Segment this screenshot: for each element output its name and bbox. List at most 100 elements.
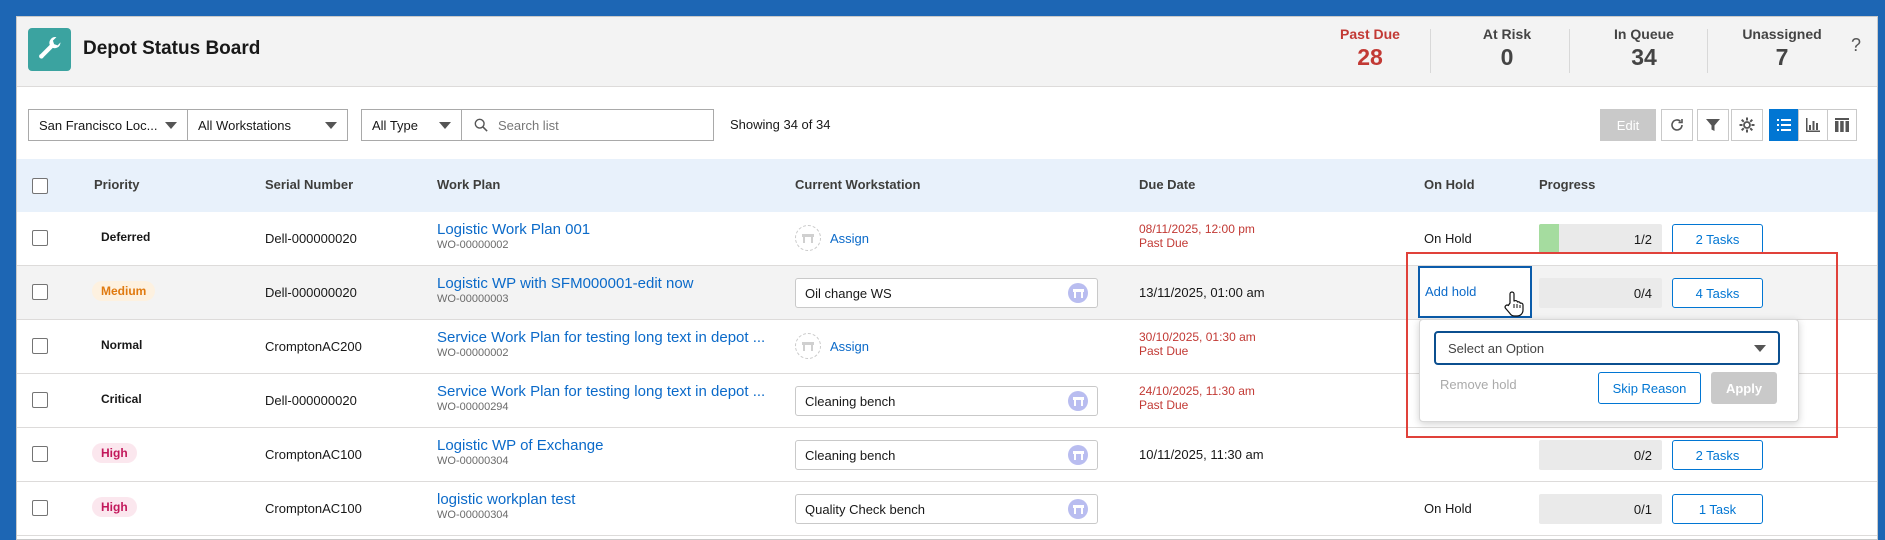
hold-reason-select[interactable]: Select an Option [1434, 331, 1780, 365]
stat-label: Unassigned [1742, 26, 1822, 42]
page-title: Depot Status Board [83, 38, 261, 59]
hold-popover: Select an Option Remove hold Skip Reason… [1419, 319, 1799, 422]
stat-value: 0 [1500, 44, 1514, 70]
work-plan-link[interactable]: Service Work Plan for testing long text … [437, 329, 805, 346]
app-header: Depot Status Board Past Due 28 At Risk 0… [17, 17, 1877, 87]
hand-cursor-icon [1503, 291, 1525, 320]
help-icon[interactable]: ? [1851, 35, 1861, 56]
serial-number: CromptonAC100 [265, 447, 362, 462]
filter-button[interactable] [1697, 109, 1729, 141]
tasks-button[interactable]: 1 Task [1672, 494, 1763, 524]
tasks-button[interactable]: 2 Tasks [1672, 224, 1763, 254]
record-count: Showing 34 of 34 [730, 117, 831, 132]
row-checkbox[interactable] [32, 392, 48, 408]
workstation-icon [1068, 499, 1088, 519]
work-plan-link[interactable]: logistic workplan test [437, 491, 805, 508]
workstation-icon [1068, 283, 1088, 303]
search-input[interactable]: Search list [461, 109, 714, 141]
chevron-down-icon [165, 121, 177, 129]
serial-number: Dell-000000020 [265, 393, 357, 408]
work-plan-link[interactable]: Service Work Plan for testing long text … [437, 383, 805, 400]
chevron-down-icon [1754, 344, 1766, 352]
stat-in-queue[interactable]: In Queue 34 [1584, 26, 1704, 71]
priority-badge: High [92, 497, 137, 517]
work-plan-link[interactable]: Logistic WP of Exchange [437, 437, 805, 454]
work-plan: Logistic WP of Exchange WO-00000304 [437, 437, 805, 467]
list-icon [1777, 119, 1791, 131]
column-header-progress[interactable]: Progress [1539, 177, 1595, 192]
workstation-name: Cleaning bench [805, 447, 896, 463]
stat-label: At Risk [1482, 26, 1532, 42]
stat-unassigned[interactable]: Unassigned 7 [1722, 26, 1842, 71]
assign-link[interactable]: Assign [830, 231, 869, 246]
location-select[interactable]: San Francisco Loc... [28, 109, 188, 141]
chart-view-button[interactable] [1798, 109, 1828, 141]
workstation-icon [795, 333, 821, 359]
row-checkbox[interactable] [32, 230, 48, 246]
work-order-number: WO-00000003 [437, 293, 509, 305]
serial-number: CromptonAC100 [265, 501, 362, 516]
list-view-button[interactable] [1769, 109, 1799, 141]
work-order-number: WO-00000304 [437, 455, 509, 467]
due-date: 13/11/2025, 01:00 am [1139, 285, 1265, 300]
work-plan-link[interactable]: Logistic WP with SFM000001-edit now [437, 275, 805, 292]
skip-reason-button[interactable]: Skip Reason [1598, 372, 1701, 404]
column-header-serial[interactable]: Serial Number [265, 177, 353, 192]
progress-text: 1/2 [1633, 232, 1652, 247]
work-plan: Service Work Plan for testing long text … [437, 383, 805, 413]
on-hold-status[interactable]: On Hold [1424, 231, 1472, 246]
work-plan: Logistic Work Plan 001 WO-00000002 [437, 221, 805, 251]
stat-at-risk[interactable]: At Risk 0 [1447, 26, 1567, 71]
workstation-field[interactable]: Oil change WS [795, 278, 1098, 308]
row-checkbox[interactable] [32, 284, 48, 300]
filter-icon [1706, 119, 1720, 131]
column-header-work-plan[interactable]: Work Plan [437, 177, 500, 192]
priority-badge: Normal [101, 338, 143, 352]
board-view-button[interactable] [1827, 109, 1857, 141]
work-order-number: WO-00000002 [437, 347, 509, 359]
board-icon [1835, 118, 1849, 132]
row-checkbox[interactable] [32, 446, 48, 462]
due-date-value: 24/10/2025, 11:30 am [1139, 384, 1255, 398]
remove-hold-button[interactable]: Remove hold [1440, 377, 1517, 392]
select-all-checkbox[interactable] [32, 178, 48, 194]
column-header-priority[interactable]: Priority [94, 177, 140, 192]
column-header-due-date[interactable]: Due Date [1139, 177, 1195, 192]
divider [1430, 29, 1431, 73]
row-checkbox[interactable] [32, 500, 48, 516]
assign-workstation[interactable]: Assign [795, 333, 869, 359]
due-date: 30/10/2025, 01:30 am Past Due [1139, 330, 1256, 358]
column-header-on-hold[interactable]: On Hold [1424, 177, 1475, 192]
workstation-value: All Workstations [198, 117, 291, 133]
settings-button[interactable] [1731, 109, 1763, 141]
workstation-field[interactable]: Quality Check bench [795, 494, 1098, 524]
edit-button[interactable]: Edit [1600, 109, 1656, 141]
divider [1569, 29, 1570, 73]
row-checkbox[interactable] [32, 338, 48, 354]
tasks-button[interactable]: 2 Tasks [1672, 440, 1763, 470]
assign-link[interactable]: Assign [830, 339, 869, 354]
work-plan: logistic workplan test WO-00000304 [437, 491, 805, 521]
work-plan-link[interactable]: Logistic Work Plan 001 [437, 221, 805, 238]
apply-button[interactable]: Apply [1711, 372, 1777, 404]
workstation-field[interactable]: Cleaning bench [795, 440, 1098, 470]
workstation-select[interactable]: All Workstations [187, 109, 348, 141]
type-select[interactable]: All Type [361, 109, 462, 141]
serial-number: Dell-000000020 [265, 231, 357, 246]
progress-fill [1539, 224, 1560, 254]
refresh-button[interactable] [1661, 109, 1693, 141]
on-hold-status[interactable]: On Hold [1424, 501, 1472, 516]
past-due-label: Past Due [1139, 398, 1189, 412]
workstation-field[interactable]: Cleaning bench [795, 386, 1098, 416]
due-date-value: 13/11/2025, 01:00 am [1139, 285, 1265, 300]
stat-past-due[interactable]: Past Due 28 [1310, 26, 1430, 71]
past-due-label: Past Due [1139, 344, 1189, 358]
assign-workstation[interactable]: Assign [795, 225, 869, 251]
hold-reason-placeholder: Select an Option [1448, 340, 1545, 356]
divider [1707, 29, 1708, 73]
column-header-workstation[interactable]: Current Workstation [795, 177, 920, 192]
workstation-icon [795, 225, 821, 251]
due-date: 08/11/2025, 12:00 pm Past Due [1139, 222, 1255, 250]
due-date-value: 08/11/2025, 12:00 pm [1139, 222, 1255, 236]
depot-status-board: Depot Status Board Past Due 28 At Risk 0… [16, 16, 1878, 540]
